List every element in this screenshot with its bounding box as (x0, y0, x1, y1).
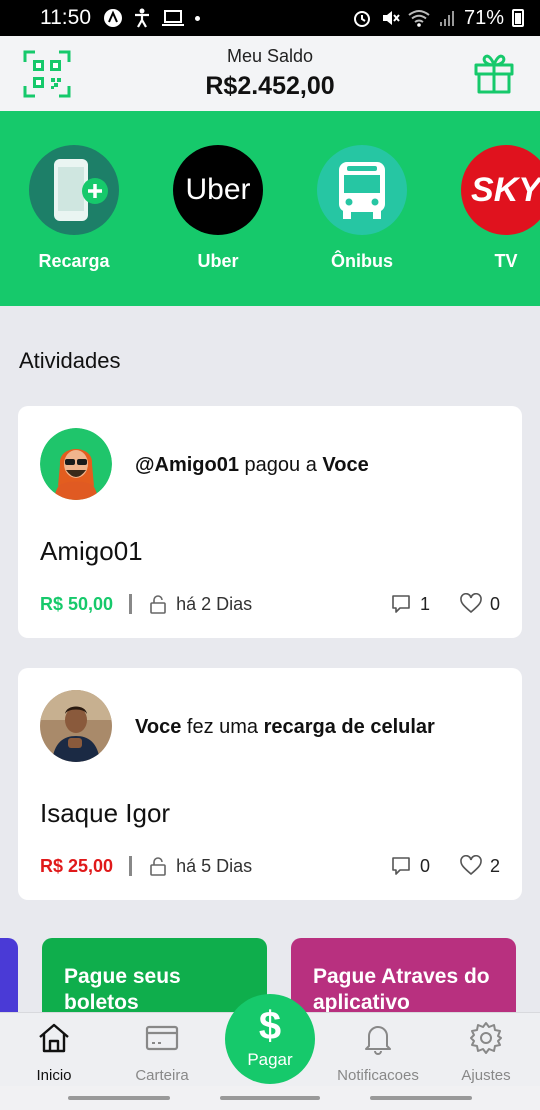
alarm-icon (353, 11, 370, 27)
gesture-bar (0, 1086, 540, 1110)
nav-notifications[interactable]: Notificacoes (328, 1021, 428, 1084)
shortcut-label: Uber (197, 251, 239, 271)
phone-recharge-icon (29, 145, 119, 235)
signal-icon (439, 11, 454, 26)
nav-notifications-label: Notificacoes (337, 1067, 419, 1084)
status-system-icons: 71% (352, 7, 524, 30)
activity-amount: R$ 25,00 (40, 855, 114, 876)
status-notification-icons (103, 8, 200, 28)
activity-target: recarga de celular (263, 716, 435, 738)
balance-label: Meu Saldo (226, 46, 314, 66)
activity-time-ago: há 2 Dias (176, 593, 253, 614)
battery-icon (512, 9, 524, 27)
comment-count: 1 (419, 593, 430, 614)
avatar (40, 428, 112, 500)
gear-icon (470, 1022, 502, 1054)
app-notification-icon (104, 9, 122, 27)
dollar-icon: $ (258, 1004, 282, 1048)
activity-amount: R$ 50,00 (40, 593, 114, 614)
like-count: 2 (489, 855, 500, 876)
activity-meta: R$ 25,00 há 5 Dias 0 2 (40, 854, 500, 878)
activity-target: Voce (322, 454, 369, 476)
battery-percent: 71% (463, 6, 504, 29)
pay-button[interactable]: $ Pagar (225, 994, 315, 1084)
bus-icon (317, 145, 407, 235)
activity-headline: @Amigo01 pagou a Voce (135, 454, 369, 477)
gift-icon[interactable] (473, 52, 515, 94)
shortcut-label: Recarga (38, 251, 110, 271)
activity-user[interactable]: @Amigo01 (135, 454, 239, 476)
activity-action: pagou a (238, 454, 323, 476)
activity-name: Isaque Igor (40, 798, 171, 828)
wallet-card-icon (145, 1025, 179, 1051)
activities-title: Atividades (19, 348, 121, 373)
uber-logo-text: Uber (185, 173, 251, 206)
shortcut-recarga[interactable]: Recarga (19, 145, 129, 272)
divider (129, 856, 133, 876)
home-icon (39, 1023, 69, 1053)
activity-headline: Voce fez uma recarga de celular (135, 716, 435, 739)
activity-time-ago: há 5 Dias (176, 855, 253, 876)
activity-counters: 0 2 (390, 855, 500, 877)
nav-settings-label: Ajustes (461, 1067, 511, 1084)
shortcut-label: Ônibus (331, 251, 393, 271)
activity-meta: R$ 50,00 há 2 Dias 1 0 (40, 592, 500, 616)
accessibility-icon (135, 8, 149, 28)
sky-logo: SKY (461, 145, 540, 235)
status-bar: 11:50 71% (0, 0, 540, 36)
gesture-hint-center (220, 1096, 320, 1100)
status-time: 11:50 (40, 6, 91, 29)
mute-icon (382, 11, 400, 25)
comment-count: 0 (419, 855, 430, 876)
activity-name: Amigo01 (40, 536, 143, 566)
gesture-hint-right (370, 1096, 472, 1100)
uber-logo: Uber (173, 145, 263, 235)
activity-action: fez uma (181, 716, 264, 738)
wifi-icon (408, 10, 430, 27)
divider (129, 594, 133, 614)
activity-user[interactable]: Voce (135, 716, 181, 738)
pay-label: Pagar (247, 1050, 293, 1069)
laptop-icon (162, 10, 184, 26)
bell-icon (365, 1026, 391, 1055)
activity-card[interactable]: Voce fez uma recarga de celular Isaque I… (18, 668, 522, 900)
like-count: 0 (489, 593, 500, 614)
heart-icon[interactable] (460, 593, 482, 615)
lock-icon (150, 595, 166, 614)
activity-counters: 1 0 (390, 593, 500, 615)
comment-icon[interactable] (390, 855, 412, 877)
nav-home[interactable]: Inicio (4, 1021, 104, 1084)
balance-header: Meu Saldo R$2.452,00 (0, 36, 540, 111)
shortcut-onibus[interactable]: Ônibus (307, 145, 417, 272)
more-notifications-dot (195, 15, 200, 21)
comment-icon[interactable] (390, 593, 412, 615)
nav-home-label: Inicio (36, 1067, 72, 1084)
nav-settings[interactable]: Ajustes (436, 1021, 536, 1084)
gesture-hint-left (68, 1096, 170, 1100)
shortcut-tv[interactable]: SKY TV (451, 145, 540, 272)
shortcut-uber[interactable]: Uber Uber (163, 145, 273, 272)
balance-value: R$2.452,00 (205, 72, 335, 100)
activity-card[interactable]: @Amigo01 pagou a Voce Amigo01 R$ 50,00 h… (18, 406, 522, 638)
heart-icon[interactable] (460, 855, 482, 877)
sky-logo-text: SKY (471, 170, 540, 209)
avatar (40, 690, 112, 762)
shortcuts-carousel[interactable]: Recarga Uber Uber Ônibus SKY TV (0, 111, 540, 306)
lock-icon (150, 857, 166, 876)
nav-wallet-label: Carteira (135, 1067, 189, 1084)
shortcut-label: TV (494, 251, 518, 271)
nav-wallet[interactable]: Carteira (112, 1021, 212, 1084)
